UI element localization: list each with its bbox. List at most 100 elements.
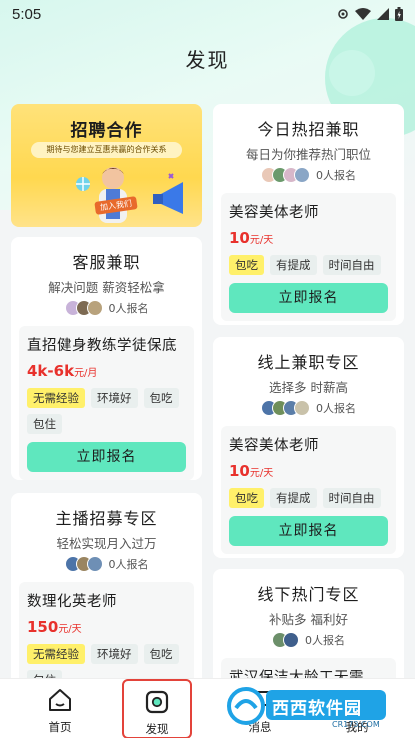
apply-button[interactable]: 立即报名: [229, 516, 388, 546]
avatar-group: [64, 556, 103, 572]
job-tag: 有提成: [270, 255, 317, 275]
category-subtitle: 选择多 时薪高: [269, 380, 348, 395]
avatar: [86, 300, 103, 316]
job-tag: 有提成: [270, 488, 317, 508]
salary-value: 4k-6k: [27, 362, 75, 380]
nav-item-home[interactable]: 首页: [25, 679, 95, 738]
nav-item-discover[interactable]: 发现: [122, 679, 192, 738]
salary-value: 150: [27, 618, 59, 636]
job-salary: 4k-6k元/月: [27, 362, 186, 380]
nav-label: 首页: [48, 720, 72, 734]
signup-row: 0人报名: [11, 556, 202, 572]
settings-gear-icon: [338, 9, 348, 19]
avatar-group: [272, 632, 299, 648]
avatar: [294, 167, 310, 183]
banner-title: 招聘合作: [70, 121, 143, 141]
salary-unit: 元/天: [249, 468, 274, 479]
nav-label: 发现: [145, 722, 169, 736]
status-bar: 5:05: [0, 0, 415, 28]
signup-count: 0人报名: [108, 558, 149, 571]
page-title: 发现: [185, 48, 230, 72]
signup-count: 0人报名: [108, 302, 149, 315]
job-tag: 无需经验: [27, 644, 85, 664]
job-tag: 包吃: [229, 255, 264, 275]
category-title: 主播招募专区: [55, 509, 158, 528]
job-tag: 包住: [27, 414, 62, 434]
job-tag: 无需经验: [27, 388, 85, 408]
category-header: 线上兼职专区 选择多 时薪高 0人报名: [213, 337, 404, 416]
category-header: 主播招募专区 轻松实现月入过万 0人报名: [11, 493, 202, 572]
avatar: [294, 400, 310, 416]
category-card-hot-today[interactable]: 今日热招兼职 每日为你推荐热门职位 0人报名 美容美体老师 10元/天 包吃 有…: [213, 104, 404, 325]
job-card[interactable]: 直招健身教练学徒保底 4k-6k元/月 无需经验 环境好 包吃 包住 立即报名: [19, 326, 194, 480]
site-watermark: 西西软件园 CR173.COM: [220, 682, 410, 734]
job-title: 美容美体老师: [229, 438, 319, 454]
avatar: [283, 632, 299, 648]
job-salary: 150元/天: [27, 618, 186, 636]
category-card-streamer[interactable]: 主播招募专区 轻松实现月入过万 0人报名 数理化英老师 150元/天 无需经验 …: [11, 493, 202, 710]
signup-row: 0人报名: [213, 400, 404, 416]
category-title: 线上兼职专区: [257, 353, 360, 372]
job-card[interactable]: 美容美体老师 10元/天 包吃 有提成 时间自由 立即报名: [221, 426, 396, 554]
recruiter-illustration: [76, 167, 183, 223]
wifi-icon: [355, 8, 371, 20]
watermark-subtext: CR173.COM: [332, 720, 380, 729]
banner-subtitle: 期待与您建立互惠共赢的合作关系: [31, 142, 182, 158]
job-tag: 时间自由: [322, 255, 381, 275]
category-header: 客服兼职 解决问题 薪资轻松拿 0人报名: [11, 237, 202, 316]
category-subtitle: 轻松实现月入过万: [56, 536, 157, 551]
salary-unit: 元/天: [58, 624, 82, 635]
signup-count: 0人报名: [316, 169, 356, 182]
category-title: 今日热招兼职: [257, 120, 360, 139]
job-tags: 包吃 有提成 时间自由: [229, 488, 388, 508]
watermark-logo-icon: [227, 687, 265, 725]
category-header: 线下热门专区 补贴多 福利好 0人报名: [213, 569, 404, 648]
apply-button[interactable]: 立即报名: [229, 283, 388, 313]
status-time: 5:05: [12, 6, 42, 23]
signup-row: 0人报名: [213, 167, 404, 183]
category-title: 线下热门专区: [257, 585, 360, 604]
signup-row: 0人报名: [11, 300, 202, 316]
category-card-online[interactable]: 线上兼职专区 选择多 时薪高 0人报名 美容美体老师 10元/天 包吃 有提成 …: [213, 337, 404, 558]
home-icon: [49, 689, 71, 711]
category-subtitle: 每日为你推荐热门职位: [245, 147, 371, 162]
job-tag: 环境好: [91, 644, 138, 664]
job-title: 数理化英老师: [27, 594, 117, 610]
avatar-group: [64, 300, 103, 316]
signup-row: 0人报名: [213, 632, 404, 648]
job-salary: 10元/天: [229, 229, 388, 247]
job-tag: 环境好: [91, 388, 138, 408]
battery-icon: [395, 7, 403, 21]
discover-icon: [145, 690, 169, 714]
signal-icon: [377, 8, 389, 20]
category-title: 客服兼职: [72, 253, 141, 272]
category-card-customer-service[interactable]: 客服兼职 解决问题 薪资轻松拿 0人报名 直招健身教练学徒保底 4k-6k元/月…: [11, 237, 202, 480]
avatar-group: [261, 167, 310, 183]
apply-button[interactable]: 立即报名: [27, 442, 186, 472]
salary-value: 10: [229, 229, 250, 247]
job-title: 直招健身教练学徒保底: [27, 338, 177, 354]
salary-unit: 元/月: [74, 368, 98, 379]
job-tag: 包吃: [143, 388, 179, 408]
job-title: 美容美体老师: [229, 205, 319, 221]
category-card-offline[interactable]: 线下热门专区 补贴多 福利好 0人报名 武汉保洁大龄工无需: [213, 569, 404, 699]
avatar-group: [261, 400, 310, 416]
recruit-banner[interactable]: 招聘合作 期待与您建立互惠共赢的合作关系 加入我们: [11, 104, 202, 227]
job-tag: 包吃: [229, 488, 264, 508]
category-header: 今日热招兼职 每日为你推荐热门职位 0人报名: [213, 104, 404, 183]
job-tags: 包吃 有提成 时间自由: [229, 255, 388, 275]
salary-unit: 元/天: [249, 235, 274, 246]
category-subtitle: 解决问题 薪资轻松拿: [48, 280, 165, 295]
status-icons: [337, 7, 403, 21]
job-tag: 时间自由: [322, 488, 381, 508]
job-card[interactable]: 美容美体老师 10元/天 包吃 有提成 时间自由 立即报名: [221, 193, 396, 321]
salary-value: 10: [229, 462, 250, 480]
signup-count: 0人报名: [305, 634, 345, 647]
job-salary: 10元/天: [229, 462, 388, 480]
job-tag: 包吃: [143, 644, 179, 664]
watermark-text: 西西软件园: [272, 699, 362, 719]
category-subtitle: 补贴多 福利好: [269, 612, 348, 627]
signup-count: 0人报名: [316, 402, 356, 415]
job-tags: 无需经验 环境好 包吃 包住: [27, 388, 186, 434]
avatar: [86, 556, 103, 572]
